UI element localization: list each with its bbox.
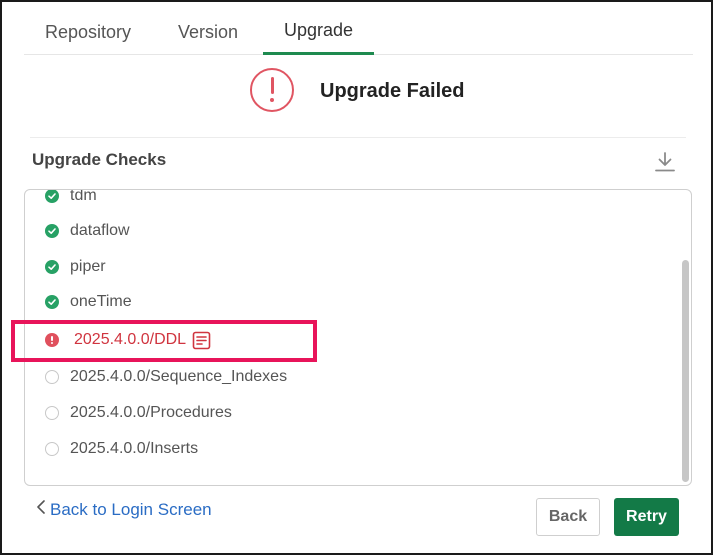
check-label: piper xyxy=(70,258,106,275)
check-circle-icon xyxy=(45,295,59,309)
back-to-login-link[interactable]: Back to Login Screen xyxy=(36,499,212,520)
pending-circle-icon xyxy=(45,406,59,420)
check-circle-icon xyxy=(45,190,59,203)
list-item: piper xyxy=(45,257,106,277)
check-label: 2025.4.0.0/Sequence_Indexes xyxy=(70,368,288,385)
tab-bar: Repository Version Upgrade xyxy=(24,2,693,55)
list-item: 2025.4.0.0/Sequence_Indexes xyxy=(45,367,287,387)
check-label: 2025.4.0.0/Procedures xyxy=(70,404,232,421)
check-label: oneTime xyxy=(70,293,132,310)
tab-upgrade[interactable]: Upgrade xyxy=(263,2,375,55)
pending-circle-icon xyxy=(45,370,59,384)
check-circle-icon xyxy=(45,224,59,238)
status-title: Upgrade Failed xyxy=(320,80,465,102)
retry-button[interactable]: Retry xyxy=(614,498,679,536)
download-icon[interactable] xyxy=(653,150,677,174)
tab-repository[interactable]: Repository xyxy=(24,2,152,54)
check-circle-icon xyxy=(45,260,59,274)
back-link-label: Back to Login Screen xyxy=(50,499,212,519)
exclamation-circle-icon xyxy=(250,68,294,112)
list-item: 2025.4.0.0/Procedures xyxy=(45,403,232,423)
section-title: Upgrade Checks xyxy=(32,150,167,169)
check-label: dataflow xyxy=(70,222,130,239)
divider xyxy=(30,137,686,138)
chevron-left-icon xyxy=(36,499,46,520)
list-item: 2025.4.0.0/Inserts xyxy=(45,439,198,459)
list-item: dataflow xyxy=(45,221,130,241)
list-item: tdm xyxy=(45,189,97,206)
upgrade-dialog: Repository Version Upgrade Upgrade Faile… xyxy=(0,0,713,555)
highlight-box xyxy=(11,320,317,362)
tab-version[interactable]: Version xyxy=(157,2,259,54)
list-item: oneTime xyxy=(45,292,132,312)
pending-circle-icon xyxy=(45,442,59,456)
check-label: tdm xyxy=(70,189,97,204)
back-button[interactable]: Back xyxy=(536,498,600,536)
check-label: 2025.4.0.0/Inserts xyxy=(70,440,199,457)
scrollbar[interactable] xyxy=(682,260,689,482)
